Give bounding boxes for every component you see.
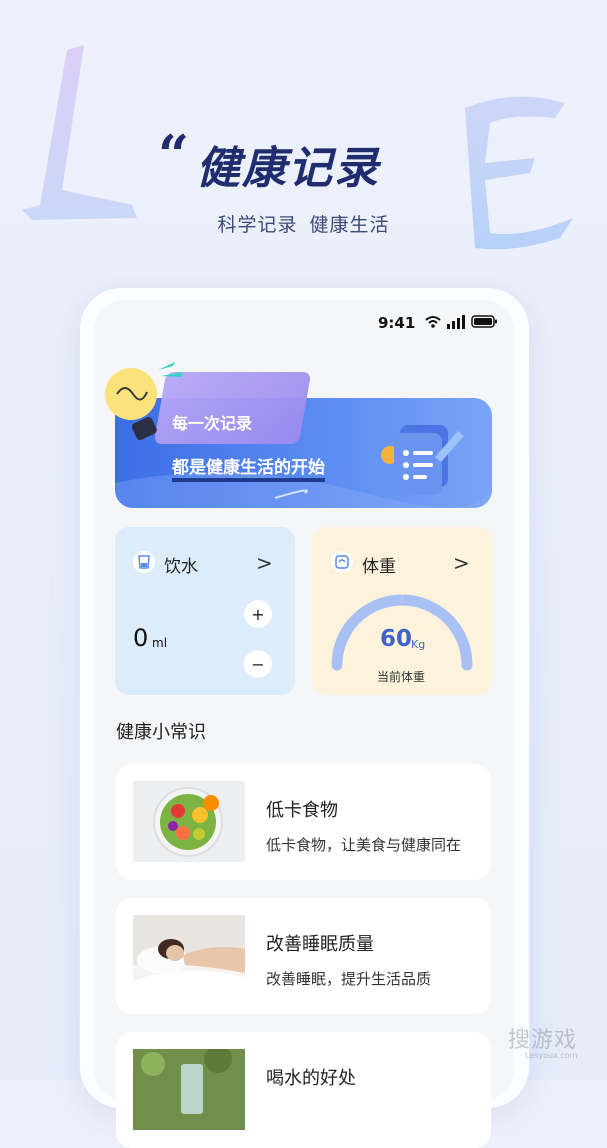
hero-subtitle: 科学记录 健康生活 — [0, 210, 607, 237]
clipboard-pen-icon — [381, 425, 464, 495]
status-icons — [425, 315, 497, 329]
weight-card-arrow[interactable]: > — [453, 551, 470, 575]
weight-label: 当前体重 — [377, 670, 426, 684]
weight-value: 60 — [380, 626, 413, 652]
water-glass-image — [133, 1049, 245, 1130]
lightbulb-icon — [105, 362, 183, 440]
hero-title: 健康记录 — [196, 143, 380, 194]
tip-title: 喝水的好处 — [266, 1068, 356, 1089]
water-minus-button[interactable]: − — [244, 650, 272, 678]
watermark-sub: Lesyoux.com — [525, 1051, 578, 1060]
watermark: 搜游戏 — [508, 1028, 578, 1053]
decorative-letter-l — [22, 45, 137, 220]
tip-title: 改善睡眠质量 — [266, 934, 374, 955]
signal-icon — [447, 315, 465, 329]
salad-bowl-image — [133, 781, 245, 862]
tip-item[interactable]: 喝水的好处 — [116, 1032, 491, 1148]
battery-icon — [471, 315, 497, 328]
banner-line2: 都是健康生活的开始 — [172, 453, 325, 482]
water-card-arrow[interactable]: > — [256, 551, 273, 575]
water-card-title: 饮水 — [164, 557, 198, 577]
wifi-icon — [425, 316, 441, 328]
tip-desc: 低卡食物，让美食与健康同在 — [266, 836, 462, 854]
sleeping-woman-image — [133, 915, 245, 996]
water-plus-button[interactable]: + — [244, 600, 272, 628]
weight-unit: Kg — [411, 638, 426, 651]
hero-subtitle-left: 科学记录 — [217, 214, 298, 236]
tip-item[interactable]: 改善睡眠质量 改善睡眠，提升生活品质 — [116, 898, 491, 1014]
scale-icon — [331, 551, 353, 573]
tip-title: 低卡食物 — [266, 800, 338, 821]
tip-item[interactable]: 低卡食物 低卡食物，让美食与健康同在 — [116, 764, 491, 880]
weight-card-title: 体重 — [362, 557, 396, 577]
cup-icon — [133, 551, 155, 573]
water-value: 0 — [133, 624, 149, 652]
hero-subtitle-right: 健康生活 — [309, 214, 390, 236]
water-unit: ml — [152, 636, 168, 650]
tip-desc: 改善睡眠，提升生活品质 — [266, 970, 432, 988]
quote-mark: “ — [158, 123, 190, 187]
status-time: 9:41 — [378, 314, 416, 332]
tips-section-title: 健康小常识 — [116, 722, 206, 743]
